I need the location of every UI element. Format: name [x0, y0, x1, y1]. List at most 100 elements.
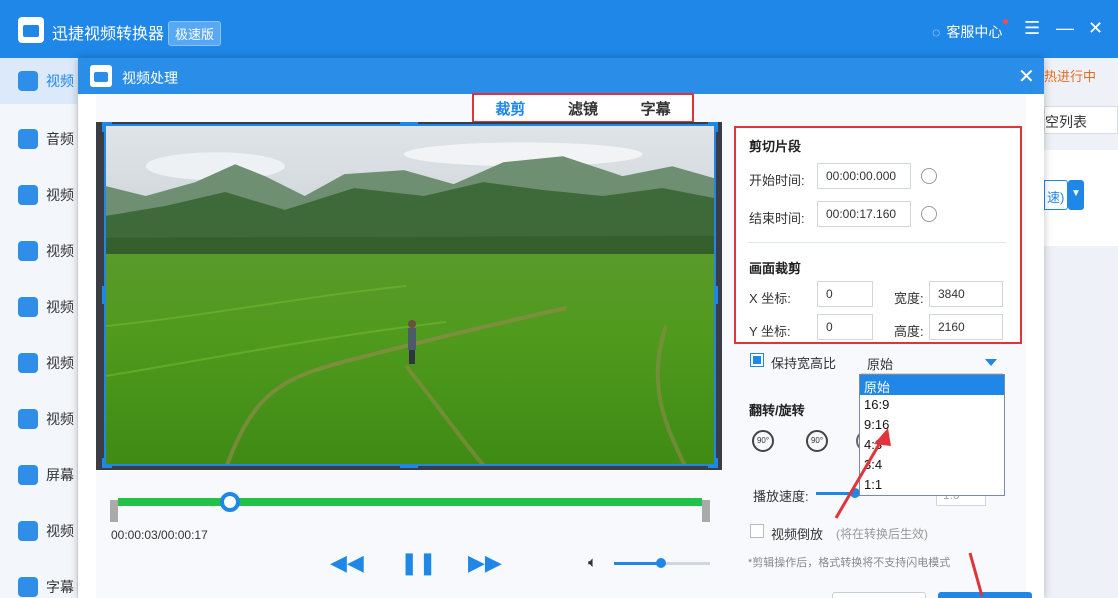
timeline-bar[interactable] [118, 498, 702, 506]
tab-bar: 裁剪 滤镜 字幕 [472, 93, 694, 123]
timeline-knob[interactable] [220, 492, 240, 512]
pause-icon[interactable]: ❚❚ [400, 550, 437, 576]
aspect-option[interactable]: 4:3 [860, 435, 1004, 455]
sidebar-item-3[interactable]: 视频 [0, 228, 78, 274]
app-titlebar: 迅捷视频转换器 极速版 ◌ 客服中心 ☰ — ✕ [0, 0, 1118, 58]
rotate-ccw-icon[interactable]: 90° [806, 430, 828, 452]
aspect-option[interactable]: 9:16 [860, 415, 1004, 435]
sidebar-item-5[interactable]: 视频 [0, 340, 78, 386]
x-coord-input[interactable]: 0 [817, 281, 873, 307]
crop-handle-bottom[interactable] [400, 465, 418, 468]
customer-service-label: 客服中心 [946, 24, 1003, 40]
crop-handle-left[interactable] [102, 286, 105, 304]
flip-section-title: 翻转/旋转 [749, 403, 805, 418]
video-preview[interactable] [104, 124, 716, 466]
tab-crop[interactable]: 裁剪 [495, 98, 525, 119]
y-coord-label: Y 坐标: [749, 324, 791, 339]
end-time-label: 结束时间: [749, 211, 805, 226]
minimize-icon[interactable]: — [1056, 18, 1074, 39]
keep-aspect-checkbox[interactable] [750, 353, 764, 367]
crop-handle-tr[interactable] [708, 122, 718, 132]
customer-service-button[interactable]: ◌ 客服中心 [932, 19, 1009, 42]
reset-end-icon[interactable] [921, 206, 937, 222]
tab-filter[interactable]: 滤镜 [568, 98, 598, 119]
sidebar-item-1[interactable]: 音频 [0, 116, 78, 162]
video-field-paths [106, 285, 687, 464]
screen-record-icon [18, 465, 38, 485]
sidebar-item-9[interactable]: 字幕 [0, 564, 78, 598]
reset-start-icon[interactable] [921, 168, 937, 184]
confirm-button[interactable] [938, 592, 1032, 598]
aspect-option[interactable]: 3:4 [860, 455, 1004, 475]
sidebar-label: 视频 [46, 355, 74, 371]
x-coord-label: X 坐标: [749, 291, 791, 306]
menu-icon[interactable]: ☰ [1024, 18, 1040, 39]
sidebar-label: 字幕 [46, 579, 74, 595]
sidebar-item-7[interactable]: 屏幕 [0, 452, 78, 498]
volume-icon[interactable]: 🔈︎ [588, 554, 597, 571]
crop-handle-right[interactable] [715, 286, 718, 304]
crop-handle-top[interactable] [400, 122, 418, 125]
aspect-selected: 原始 [867, 357, 894, 372]
sidebar-item-8[interactable]: 视频 [0, 508, 78, 554]
close-icon[interactable]: ✕ [1088, 18, 1103, 39]
rotate-cw-icon[interactable]: 90° [752, 430, 774, 452]
rewind-icon[interactable]: ◀◀ [330, 550, 364, 576]
dialog-titlebar: 视频处理 ✕ [78, 58, 1044, 94]
edit-note: *剪辑操作后，格式转换将不支持闪电模式 [748, 557, 951, 569]
width-input[interactable]: 3840 [929, 281, 1003, 307]
sidebar-label: 视频 [46, 411, 74, 427]
video-watermark-icon [18, 521, 38, 541]
sidebar-item-0[interactable]: 视频 [0, 58, 78, 104]
sidebar-item-6[interactable]: 视频 [0, 396, 78, 442]
end-time-input[interactable]: 00:00:17.160 [817, 201, 911, 227]
sidebar-item-2[interactable]: 视频 [0, 172, 78, 218]
keep-aspect-label: 保持宽高比 [771, 356, 837, 371]
speed-label: 播放速度: [753, 489, 809, 504]
sidebar-item-4[interactable]: 视频 [0, 284, 78, 330]
trim-start-marker[interactable] [110, 500, 118, 522]
dialog-title: 视频处理 [122, 70, 178, 86]
sidebar-label: 音频 [46, 131, 74, 147]
crop-handle-tl[interactable] [102, 122, 112, 132]
video-icon [18, 71, 38, 91]
aspect-option[interactable]: 16:9 [860, 395, 1004, 415]
clear-list-button[interactable]: 空列表 [1044, 106, 1118, 134]
sidebar-label: 视频 [46, 243, 74, 259]
divider [748, 242, 1006, 243]
video-compress-icon [18, 353, 38, 373]
video-merge-icon [18, 241, 38, 261]
app-badge: 极速版 [168, 21, 222, 46]
dialog-close-icon[interactable]: ✕ [1018, 64, 1035, 89]
app-logo-icon [18, 17, 44, 43]
volume-knob[interactable] [656, 558, 666, 568]
subtitle-icon [18, 577, 38, 597]
notification-dot [1003, 19, 1009, 24]
aspect-option[interactable]: 原始 [860, 375, 1004, 395]
y-coord-input[interactable]: 0 [817, 314, 873, 340]
aspect-option[interactable]: 1:1 [860, 475, 1004, 495]
in-progress-link[interactable]: 热进行中 [1044, 66, 1096, 85]
chevron-down-icon [985, 359, 997, 366]
start-time-label: 开始时间: [749, 173, 805, 188]
aspect-dropdown-list: 原始 16:9 9:16 4:3 3:4 1:1 [859, 374, 1005, 496]
crop-section-title: 画面裁剪 [749, 261, 802, 276]
cancel-button[interactable] [832, 592, 926, 598]
cut-section-title: 剪切片段 [749, 139, 802, 154]
video-gif-icon [18, 409, 38, 429]
dialog-logo-icon [90, 65, 112, 87]
aspect-select[interactable]: 原始 [861, 350, 1003, 374]
start-time-input[interactable]: 00:00:00.000 [817, 163, 911, 189]
trim-end-marker[interactable] [702, 500, 710, 522]
height-input[interactable]: 2160 [929, 314, 1003, 340]
audio-icon [18, 129, 38, 149]
crop-handle-br[interactable] [708, 458, 718, 468]
dropdown-arrow-icon[interactable]: ▼ [1068, 180, 1084, 210]
convert-mode-button[interactable]: 速) [1044, 180, 1068, 210]
app-right-area: 热进行中 空列表 速) ▼ [1044, 58, 1118, 598]
forward-icon[interactable]: ▶▶ [468, 550, 502, 576]
tab-subtitle[interactable]: 字幕 [641, 98, 671, 119]
crop-handle-bl[interactable] [102, 458, 112, 468]
reverse-checkbox[interactable] [750, 524, 764, 538]
reverse-hint: (将在转换后生效) [836, 527, 928, 541]
